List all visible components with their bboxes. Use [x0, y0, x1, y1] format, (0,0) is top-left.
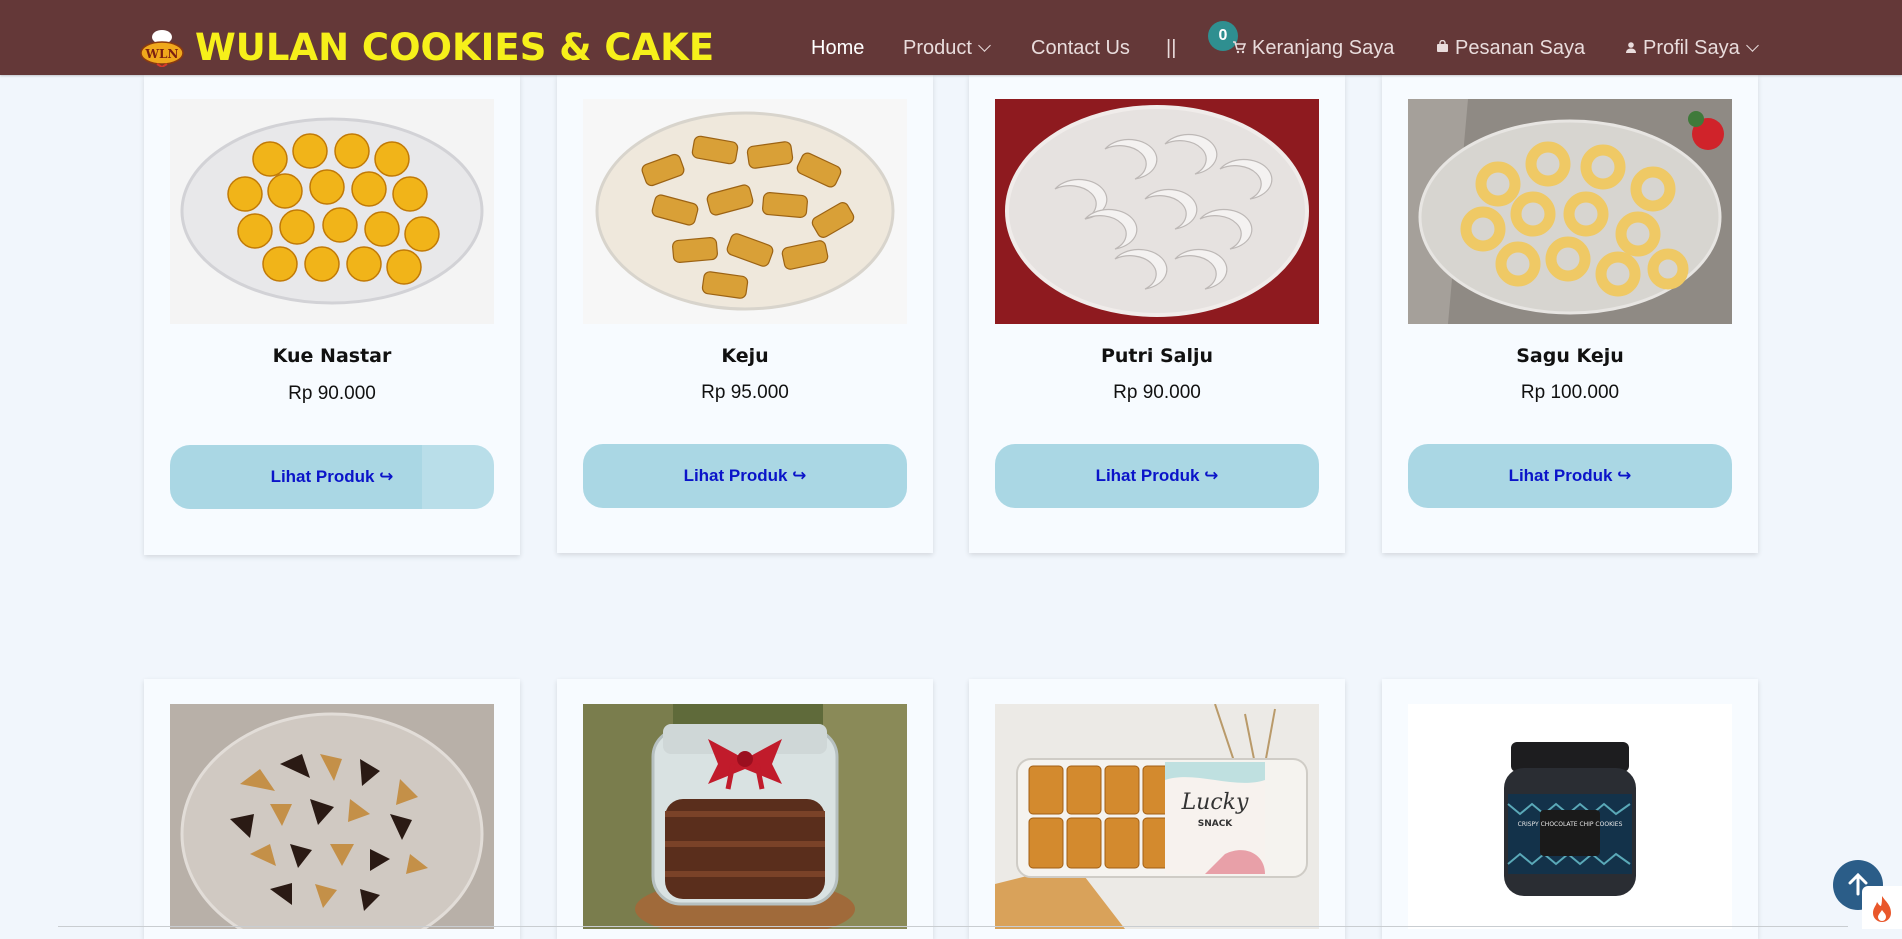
product-price: Rp 90.000	[1113, 382, 1201, 403]
product-name: Keju	[721, 345, 769, 367]
flame-icon	[1873, 896, 1891, 922]
product-card-row2-4: CRISPY CHOCOLATE CHIP COOKIES	[1382, 679, 1758, 939]
product-image-chocolate-triangles[interactable]	[170, 704, 494, 929]
product-price: Rp 95.000	[701, 382, 789, 403]
view-product-button[interactable]: Lihat Produk ↪	[583, 444, 907, 508]
view-product-label: Lihat Produk ↪	[270, 467, 394, 486]
svg-text:Lucky: Lucky	[1181, 790, 1249, 815]
product-card-keju: Keju Rp 95.000 Lihat Produk ↪	[557, 75, 933, 553]
nav-separator: ||	[1166, 37, 1177, 59]
view-product-label: Lihat Produk ↪	[683, 466, 807, 485]
chevron-down-icon	[978, 39, 991, 52]
product-image-keju[interactable]	[583, 99, 907, 324]
nav-contact[interactable]: Contact Us	[1031, 37, 1130, 60]
product-card-sagu-keju: Sagu Keju Rp 100.000 Lihat Produk ↪	[1382, 75, 1758, 553]
nav-cart[interactable]: Keranjang Saya	[1232, 37, 1394, 60]
nav-product-label: Product	[903, 37, 972, 59]
view-product-label: Lihat Produk ↪	[1508, 466, 1632, 485]
nav-cart-label: Keranjang Saya	[1252, 37, 1395, 59]
product-name: Sagu Keju	[1516, 345, 1624, 367]
nav-home[interactable]: Home	[811, 37, 864, 60]
nav-profile[interactable]: Profil Saya	[1625, 37, 1759, 60]
product-name: Kue Nastar	[272, 345, 392, 367]
product-image-cookie-jar[interactable]: CRISPY CHOCOLATE CHIP COOKIES	[1408, 704, 1732, 929]
flame-badge[interactable]	[1862, 886, 1902, 929]
product-card-row2-2	[557, 679, 933, 939]
svg-text:SNACK: SNACK	[1198, 819, 1234, 829]
cart-icon	[1233, 40, 1246, 53]
nav-product[interactable]: Product	[903, 37, 991, 60]
product-image-brownies-jar[interactable]	[583, 704, 907, 929]
button-shade	[422, 445, 494, 509]
product-image-lucky-snack[interactable]: Lucky SNACK	[995, 704, 1319, 929]
user-icon	[1626, 41, 1636, 53]
top-navbar: WLN WULAN COOKIES & CAKE Home Product Co…	[0, 0, 1902, 75]
chevron-down-icon	[1745, 39, 1759, 52]
product-card-nastar: Kue Nastar Rp 90.000 Lihat Produk ↪	[144, 75, 520, 555]
view-product-button[interactable]: Lihat Produk ↪	[170, 445, 494, 509]
product-price: Rp 100.000	[1520, 382, 1620, 403]
logo-icon: WLN	[140, 30, 184, 67]
view-product-button[interactable]: Lihat Produk ↪	[1408, 444, 1732, 508]
svg-text:CRISPY CHOCOLATE CHIP COOKIES: CRISPY CHOCOLATE CHIP COOKIES	[1518, 821, 1623, 828]
view-product-label: Lihat Produk ↪	[1095, 466, 1219, 485]
svg-text:WLN: WLN	[145, 47, 179, 61]
product-image-sagu-keju[interactable]	[1408, 99, 1732, 324]
nav-profile-label: Profil Saya	[1643, 37, 1740, 59]
nav-orders[interactable]: Pesanan Saya	[1436, 37, 1585, 60]
brand-name: WULAN COOKIES & CAKE	[195, 26, 715, 69]
page-divider	[58, 926, 1848, 927]
product-card-row2-3: Lucky SNACK	[969, 679, 1345, 939]
product-image-putri-salju[interactable]	[995, 99, 1319, 324]
bag-icon	[1437, 40, 1448, 53]
nav-orders-label: Pesanan Saya	[1455, 37, 1586, 59]
view-product-button[interactable]: Lihat Produk ↪	[995, 444, 1319, 508]
product-price: Rp 90.000	[288, 383, 376, 404]
product-card-putri-salju: Putri Salju Rp 90.000 Lihat Produk ↪	[969, 75, 1345, 553]
product-card-row2-1	[144, 679, 520, 939]
product-image-nastar[interactable]	[170, 99, 494, 324]
product-name: Putri Salju	[1100, 345, 1214, 367]
